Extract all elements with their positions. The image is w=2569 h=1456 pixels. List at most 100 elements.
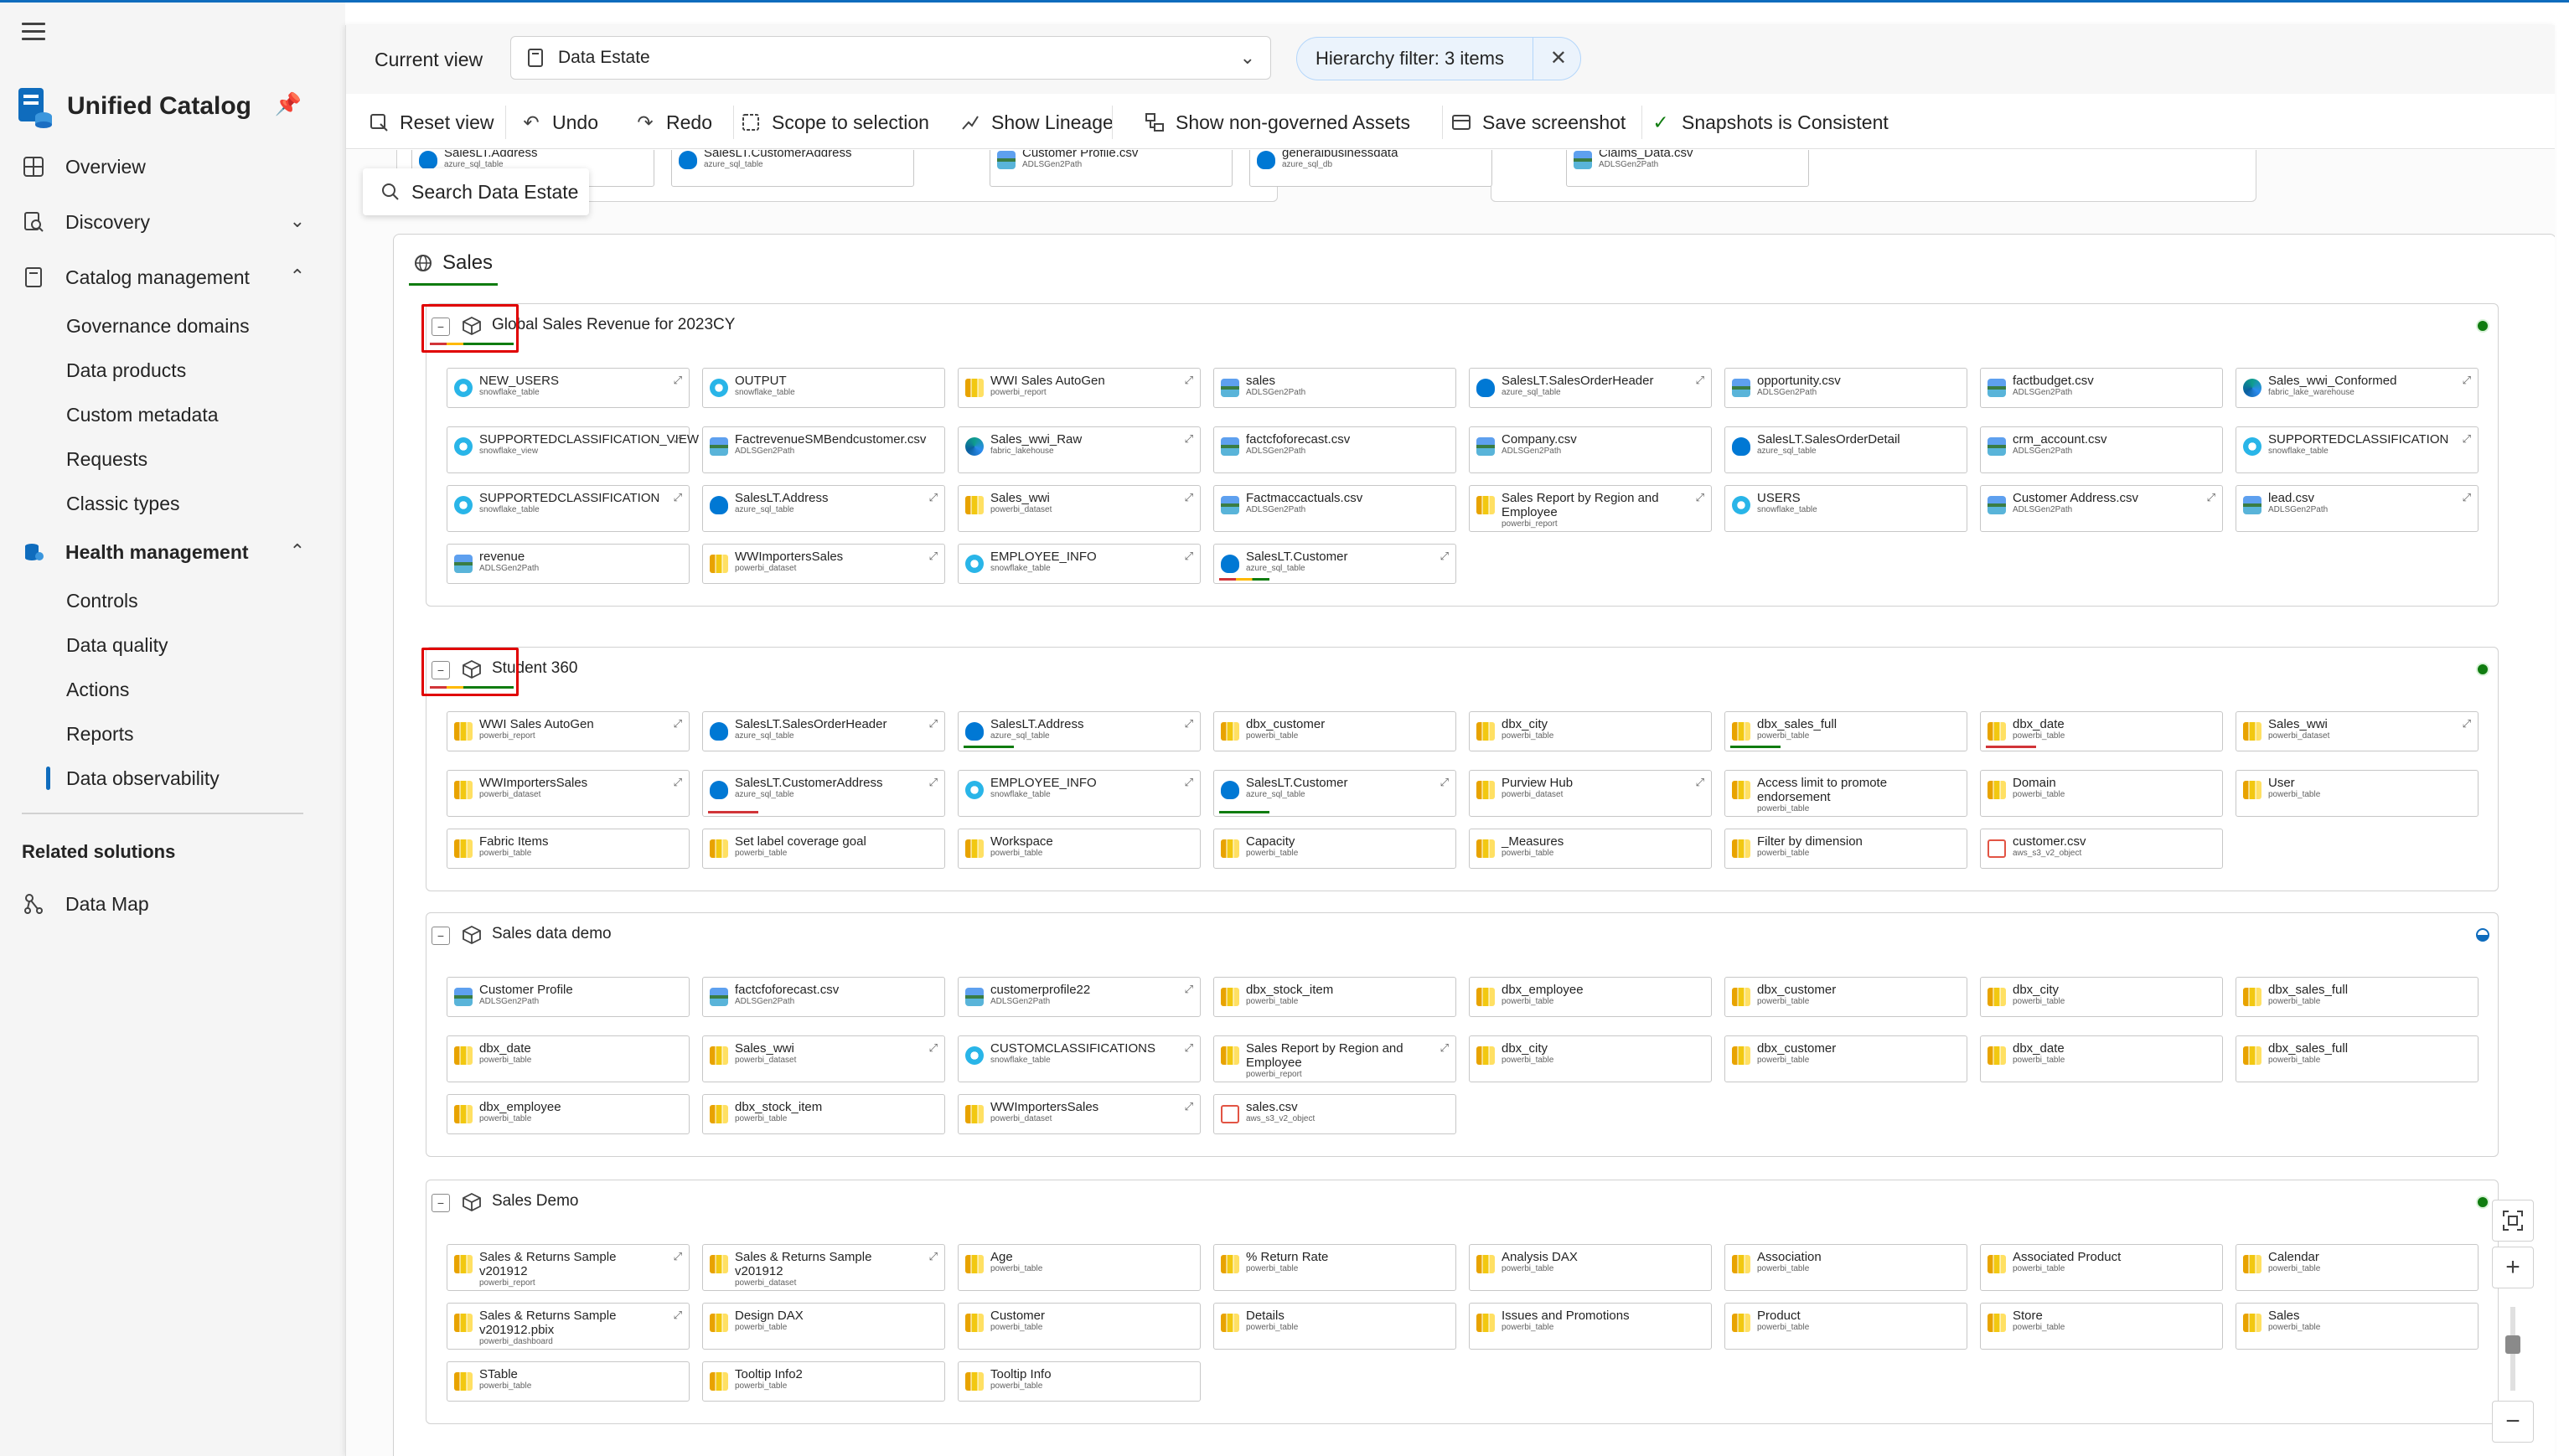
pin-icon[interactable]: 📌 bbox=[275, 91, 302, 117]
sidebar-item-reports[interactable]: Reports bbox=[66, 717, 318, 751]
open-link-icon[interactable]: ⤢ bbox=[674, 776, 682, 789]
asset-card[interactable]: Details powerbi_table bbox=[1213, 1303, 1456, 1350]
chevron-up-icon[interactable]: ⌃ bbox=[290, 540, 305, 562]
asset-card[interactable]: dbx_sales_full powerbi_table bbox=[2236, 977, 2479, 1017]
asset-card[interactable]: Domain powerbi_table bbox=[1980, 770, 2223, 817]
data-estate-canvas[interactable]: Search Data Estate SalesLT.Address azure_… bbox=[346, 150, 2555, 1456]
open-link-icon[interactable]: ⤢ bbox=[929, 717, 938, 731]
asset-card[interactable]: Set label coverage goal powerbi_table bbox=[702, 829, 945, 869]
asset-card[interactable]: _Measures powerbi_table bbox=[1469, 829, 1712, 869]
asset-card[interactable]: Sales_wwi powerbi_dataset ⤢ bbox=[958, 485, 1201, 532]
asset-card[interactable]: dbx_date powerbi_table bbox=[447, 1035, 690, 1082]
sidebar-item-data-products[interactable]: Data products bbox=[66, 354, 318, 387]
open-link-icon[interactable]: ⤢ bbox=[929, 776, 938, 789]
asset-card[interactable]: sales ADLSGen2Path bbox=[1213, 368, 1456, 408]
asset-card[interactable]: WWImportersSales powerbi_dataset ⤢ bbox=[447, 770, 690, 817]
collapse-icon[interactable]: − bbox=[432, 661, 450, 679]
asset-card[interactable]: Sales_wwi powerbi_dataset ⤢ bbox=[702, 1035, 945, 1082]
open-link-icon[interactable]: ⤢ bbox=[674, 432, 682, 446]
open-link-icon[interactable]: ⤢ bbox=[2463, 717, 2471, 731]
asset-card[interactable]: dbx_stock_item powerbi_table bbox=[702, 1094, 945, 1134]
scope-to-selection-button[interactable]: Scope to selection bbox=[740, 109, 929, 136]
open-link-icon[interactable]: ⤢ bbox=[1185, 550, 1193, 563]
asset-card[interactable]: dbx_date powerbi_table bbox=[1980, 711, 2223, 751]
asset-card[interactable]: SalesLT.Customer azure_sql_table ⤢ bbox=[1213, 770, 1456, 817]
asset-card[interactable]: Workspace powerbi_table bbox=[958, 829, 1201, 869]
search-data-estate-button[interactable]: Search Data Estate bbox=[363, 168, 589, 215]
asset-card[interactable]: dbx_customer powerbi_table bbox=[1213, 711, 1456, 751]
asset-card[interactable]: OUTPUT snowflake_table bbox=[702, 368, 945, 408]
asset-card[interactable]: crm_account.csv ADLSGen2Path bbox=[1980, 426, 2223, 473]
asset-card[interactable]: customer.csv aws_s3_v2_object bbox=[1980, 829, 2223, 869]
open-link-icon[interactable]: ⤢ bbox=[2463, 432, 2471, 446]
asset-card[interactable]: Filter by dimension powerbi_table bbox=[1724, 829, 1967, 869]
open-link-icon[interactable]: ⤢ bbox=[674, 374, 682, 387]
asset-card[interactable]: Access limit to promote endorsement power… bbox=[1724, 770, 1967, 817]
open-link-icon[interactable]: ⤢ bbox=[929, 550, 938, 563]
chevron-down-icon[interactable]: ⌄ bbox=[290, 210, 305, 232]
asset-card[interactable]: Analysis DAX powerbi_table bbox=[1469, 1244, 1712, 1291]
asset-card[interactable]: lead.csv ADLSGen2Path ⤢ bbox=[2236, 485, 2479, 532]
asset-card[interactable]: Sales_wwi powerbi_dataset ⤢ bbox=[2236, 711, 2479, 751]
open-link-icon[interactable]: ⤢ bbox=[1185, 1041, 1193, 1055]
asset-card[interactable]: Sales_wwi_Conformed fabric_lake_warehouse… bbox=[2236, 368, 2479, 408]
asset-card[interactable]: WWI Sales AutoGen powerbi_report ⤢ bbox=[447, 711, 690, 751]
data-product-box[interactable]: − Student 360 WWI Sales AutoGen powerbi_rep… bbox=[421, 647, 2499, 891]
asset-card[interactable]: factcfoforecast.csv ADLSGen2Path bbox=[1213, 426, 1456, 473]
open-link-icon[interactable]: ⤢ bbox=[2207, 491, 2215, 504]
asset-card[interactable]: STable powerbi_table bbox=[447, 1361, 690, 1402]
sidebar-item-requests[interactable]: Requests bbox=[66, 442, 318, 476]
asset-card[interactable]: dbx_sales_full powerbi_table bbox=[1724, 711, 1967, 751]
open-link-icon[interactable]: ⤢ bbox=[1185, 491, 1193, 504]
open-link-icon[interactable]: ⤢ bbox=[929, 1250, 938, 1263]
asset-card[interactable]: dbx_city powerbi_table bbox=[1980, 977, 2223, 1017]
open-link-icon[interactable]: ⤢ bbox=[2463, 374, 2471, 387]
asset-card[interactable]: SUPPORTEDCLASSIFICATION_VIEW snowflake_vi… bbox=[447, 426, 699, 473]
open-link-icon[interactable]: ⤢ bbox=[1185, 432, 1193, 446]
asset-card[interactable]: Issues and Promotions powerbi_table bbox=[1469, 1303, 1712, 1350]
close-icon[interactable]: ✕ bbox=[1550, 46, 1567, 70]
open-link-icon[interactable]: ⤢ bbox=[674, 717, 682, 731]
show-non-governed-assets-button[interactable]: Show non-governed Assets bbox=[1144, 109, 1410, 136]
open-link-icon[interactable]: ⤢ bbox=[1696, 491, 1704, 504]
asset-card[interactable]: SUPPORTEDCLASSIFICATION snowflake_table ⤢ bbox=[447, 485, 690, 532]
zoom-slider-thumb[interactable] bbox=[2505, 1335, 2520, 1354]
open-link-icon[interactable]: ⤢ bbox=[1185, 983, 1193, 996]
asset-card[interactable]: % Return Rate powerbi_table bbox=[1213, 1244, 1456, 1291]
open-link-icon[interactable]: ⤢ bbox=[1185, 1100, 1193, 1113]
asset-card[interactable]: Purview Hub powerbi_dataset ⤢ bbox=[1469, 770, 1712, 817]
asset-card[interactable]: Customer powerbi_table bbox=[958, 1303, 1201, 1350]
asset-card[interactable]: revenue ADLSGen2Path bbox=[447, 544, 690, 584]
asset-card[interactable]: Factmaccactuals.csv ADLSGen2Path bbox=[1213, 485, 1456, 532]
asset-card[interactable]: Associated Product powerbi_table bbox=[1980, 1244, 2223, 1291]
chevron-up-icon[interactable]: ⌃ bbox=[290, 266, 305, 287]
asset-card[interactable]: SalesLT.SalesOrderHeader azure_sql_table ⤢ bbox=[702, 711, 945, 751]
asset-card[interactable]: EMPLOYEE_INFO snowflake_table ⤢ bbox=[958, 770, 1201, 817]
asset-card[interactable]: Capacity powerbi_table bbox=[1213, 829, 1456, 869]
asset-card[interactable]: SUPPORTEDCLASSIFICATION snowflake_table ⤢ bbox=[2236, 426, 2479, 473]
asset-card[interactable]: Tooltip Info2 powerbi_table bbox=[702, 1361, 945, 1402]
asset-card[interactable]: SalesLT.SalesOrderHeader azure_sql_table ⤢ bbox=[1469, 368, 1712, 408]
sidebar-item-discovery[interactable]: Discovery ⌄ bbox=[20, 205, 305, 239]
asset-card[interactable]: Tooltip Info powerbi_table bbox=[958, 1361, 1201, 1402]
asset-card[interactable]: dbx_sales_full powerbi_table bbox=[2236, 1035, 2479, 1082]
redo-button[interactable]: ↷ Redo bbox=[634, 109, 712, 136]
asset-card[interactable]: factcfoforecast.csv ADLSGen2Path bbox=[702, 977, 945, 1017]
current-view-select[interactable]: Data Estate ⌄ bbox=[510, 36, 1271, 80]
asset-card[interactable]: Sales Report by Region and Employee power… bbox=[1213, 1035, 1456, 1082]
reset-view-button[interactable]: Reset view bbox=[368, 109, 494, 136]
open-link-icon[interactable]: ⤢ bbox=[674, 1309, 682, 1322]
sidebar-item-classic-types[interactable]: Classic types bbox=[66, 487, 318, 520]
asset-card[interactable]: WWImportersSales powerbi_dataset ⤢ bbox=[958, 1094, 1201, 1134]
sidebar-item-actions[interactable]: Actions bbox=[66, 673, 318, 706]
asset-card[interactable]: customerprofile22 ADLSGen2Path ⤢ bbox=[958, 977, 1201, 1017]
asset-card[interactable]: Sales powerbi_table bbox=[2236, 1303, 2479, 1350]
open-link-icon[interactable]: ⤢ bbox=[1185, 374, 1193, 387]
zoom-out-button[interactable]: − bbox=[2492, 1401, 2534, 1443]
asset-card[interactable]: dbx_customer powerbi_table bbox=[1724, 1035, 1967, 1082]
asset-card[interactable]: Company.csv ADLSGen2Path bbox=[1469, 426, 1712, 473]
asset-card[interactable]: Sales & Returns Sample v201912 powerbi_da… bbox=[702, 1244, 945, 1291]
collapse-icon[interactable]: − bbox=[432, 318, 450, 336]
asset-card[interactable]: dbx_stock_item powerbi_table bbox=[1213, 977, 1456, 1017]
asset-card[interactable]: Product powerbi_table bbox=[1724, 1303, 1967, 1350]
